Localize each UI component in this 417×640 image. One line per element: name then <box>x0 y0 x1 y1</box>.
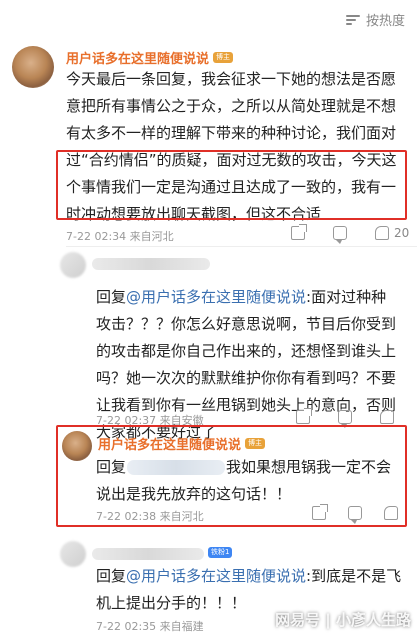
like-button[interactable]: 20 <box>375 226 409 240</box>
reply-meta: 7-22 02:35 来自福建 <box>96 618 204 634</box>
share-icon[interactable] <box>291 224 307 240</box>
comment-time: 7-22 02:34 <box>66 230 127 243</box>
avatar-blurred[interactable] <box>60 541 86 567</box>
reply-prefix: 回复 <box>96 567 127 585</box>
reply-meta: 7-22 02:38 来自河北 <box>96 508 204 524</box>
mention-blurred <box>127 460 226 475</box>
author-badge: 博主 <box>245 438 266 449</box>
reply-location: 来自河北 <box>159 510 204 523</box>
thumbs-up-icon[interactable] <box>384 506 398 520</box>
username-blurred <box>92 258 210 270</box>
like-count: 20 <box>394 226 410 240</box>
thumbs-up-icon <box>375 226 389 240</box>
mention-link[interactable]: @用户话多在这里随便说说 <box>126 288 306 306</box>
thumbs-up-icon[interactable] <box>380 410 394 424</box>
reply-actions <box>312 504 398 524</box>
comment-location: 来自河北 <box>129 230 174 243</box>
avatar[interactable] <box>62 431 92 461</box>
comment-actions: 20 <box>291 224 409 244</box>
share-icon[interactable] <box>296 408 312 424</box>
reply-actions <box>296 408 394 428</box>
reply-text: 回复 我如果想甩锅我一定不会说出是我先放弃的这句话！！ <box>96 454 402 508</box>
fan-badge: 铁粉1 <box>208 547 233 558</box>
reply-prefix: 回复 <box>96 288 127 306</box>
share-icon[interactable] <box>312 504 328 520</box>
author-badge: 博主 <box>213 52 234 63</box>
username-text: 用户话多在这里随便说说 <box>66 52 210 67</box>
sort-label: 按热度 <box>365 14 405 29</box>
comment-meta: 7-22 02:34 来自河北 <box>66 228 174 244</box>
username[interactable]: 用户话多在这里随便说说 博主 <box>98 434 266 453</box>
reply-prefix: 回复 <box>96 458 127 476</box>
mention-link[interactable]: @用户话多在这里随便说说 <box>126 567 306 585</box>
comment-icon[interactable] <box>348 506 362 524</box>
reply-time: 7-22 02:35 <box>96 620 157 633</box>
username[interactable]: 用户话多在这里随便说说 博主 <box>66 48 234 67</box>
watermark: 网易号 | 小彥人生路 <box>275 611 411 629</box>
divider <box>66 246 417 247</box>
reply-location: 来自福建 <box>159 620 204 633</box>
avatar[interactable] <box>12 46 54 88</box>
username-blurred <box>92 548 204 560</box>
top-bar: 按热度 <box>0 0 417 40</box>
highlight-box <box>56 150 407 220</box>
reply-time: 7-22 02:38 <box>96 510 157 523</box>
sort-by-hot-button[interactable]: 按热度 <box>345 10 405 29</box>
avatar-blurred[interactable] <box>60 252 86 278</box>
sort-icon <box>345 14 360 26</box>
comment-icon[interactable] <box>338 410 352 428</box>
username-text: 用户话多在这里随便说说 <box>98 438 242 453</box>
comment-icon[interactable] <box>333 226 347 244</box>
